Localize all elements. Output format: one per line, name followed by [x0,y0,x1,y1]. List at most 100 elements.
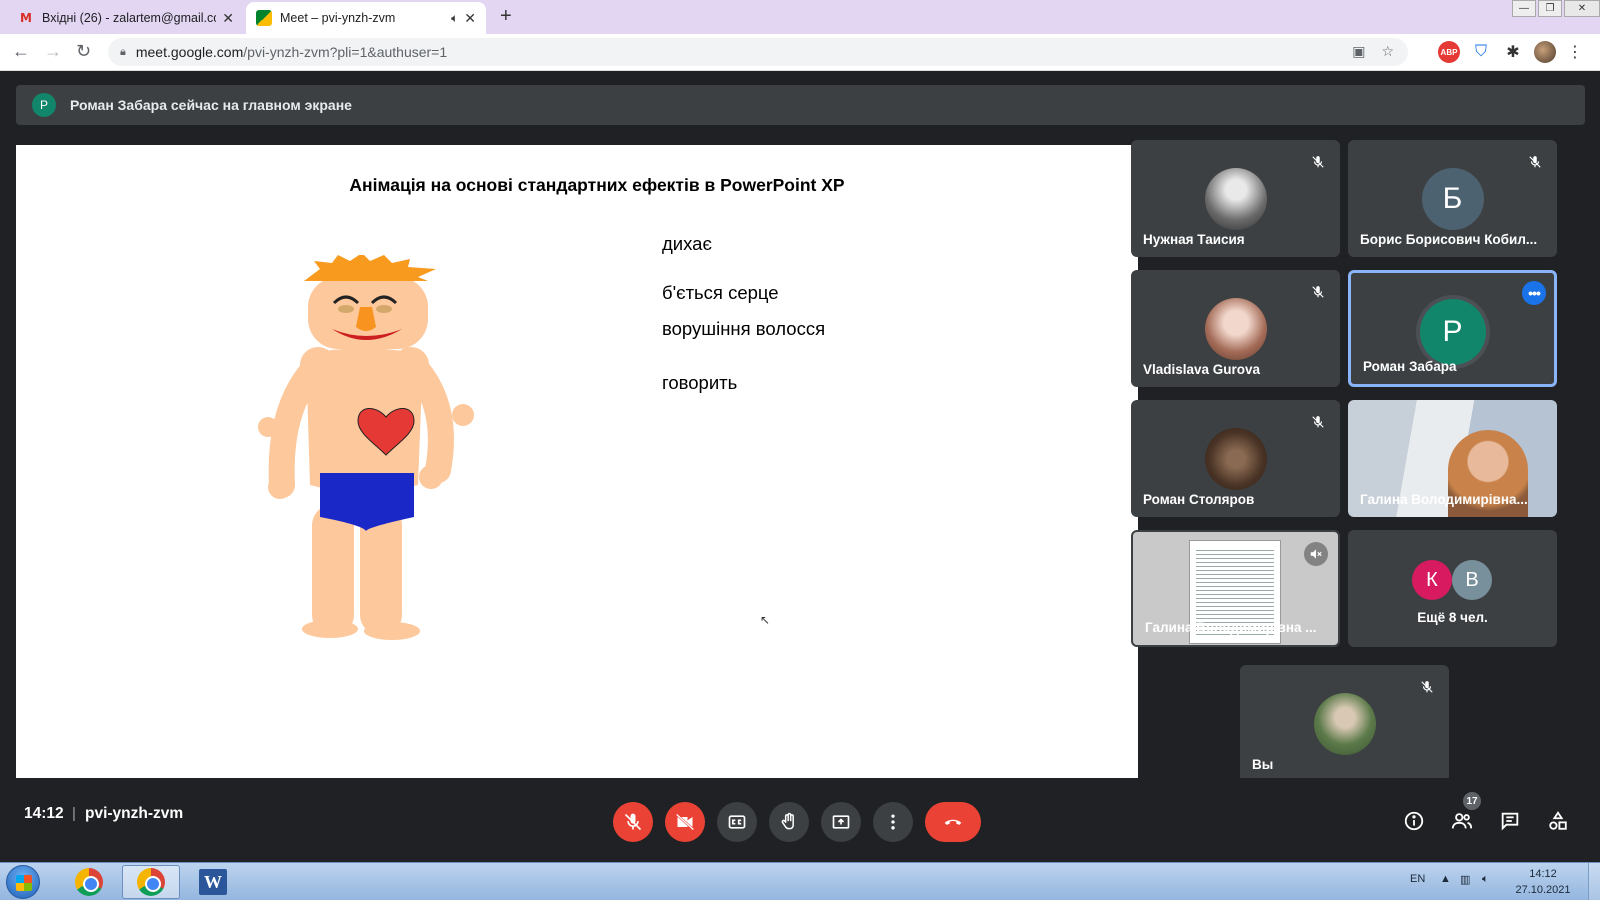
kebab-menu-icon[interactable]: ⋮ [1564,41,1586,63]
browser-toolbar: ← → ↻ 🔒︎ meet.google.com/pvi-ynzh-zvm?pl… [0,34,1600,71]
close-icon[interactable]: ✕ [464,10,476,27]
participant-name: Галина Володимирівна ... [1145,620,1317,635]
presenter-avatar: Р [32,93,56,117]
tab-meet[interactable]: Meet – pvi-ynzh-zvm 🔈︎ ✕ [246,2,486,34]
camera-toggle-button[interactable] [665,802,705,842]
participant-photo [1204,168,1267,230]
participant-tile[interactable]: Vladislava Gurova [1131,270,1340,387]
browser-tab-strip: M Вхідні (26) - zalartem@gmail.com ✕ Mee… [0,0,1600,34]
chat-icon [1501,812,1519,831]
windows-start-icon[interactable] [6,865,40,899]
shared-screen-slide: Анімація на основі стандартних ефектів в… [16,145,1138,778]
taskbar-word[interactable]: W [184,865,242,899]
shield-icon[interactable]: ⛉ [1470,41,1492,63]
reload-icon[interactable]: ↻ [76,41,91,62]
slide-bullet: ворушіння волосся [662,318,826,339]
more-options-button[interactable] [873,802,913,842]
minimize-icon[interactable]: — [1512,0,1536,17]
more-participants-tile[interactable]: К В Ещё 8 чел. [1348,530,1557,647]
camera-off-icon [675,813,695,831]
tray-expand-icon[interactable]: ▲ [1440,873,1451,885]
participant-name: Нужная Таисия [1143,232,1245,247]
chrome-icon [75,868,103,896]
close-icon[interactable]: ✕ [222,10,234,27]
taskbar-chrome[interactable] [60,865,118,899]
slide-bullet: дихає [662,233,712,254]
self-tile[interactable]: Вы [1240,665,1449,782]
meeting-controls-bar: 14:12 | pvi-ynzh-zvm 17 [0,778,1600,862]
slide-title: Анімація на основі стандартних ефектів в… [349,175,845,195]
participant-name: Борис Борисович Кобил... [1360,232,1538,247]
meeting-code: pvi-ynzh-zvm [85,805,184,822]
speaker-icon[interactable]: 🔈︎ [451,11,458,26]
url-host: meet.google.com [135,44,244,60]
participant-avatar: Б [1421,168,1484,230]
forward-arrow-icon[interactable]: → [44,41,62,62]
info-icon [1404,811,1424,831]
volume-icon[interactable]: 🔈︎ [1482,873,1489,886]
mic-off-icon [624,813,642,831]
window-controls: — ❐ ✕ [1510,0,1600,17]
address-bar[interactable]: 🔒︎ meet.google.com/pvi-ynzh-zvm?pli=1&au… [108,38,1408,66]
participant-photo [1204,428,1267,490]
bookmark-star-icon[interactable]: ☆ [1381,43,1394,60]
participant-avatar: В [1452,560,1492,600]
network-icon[interactable]: ▥ [1460,873,1470,886]
raise-hand-button[interactable] [769,802,809,842]
activities-button[interactable] [1542,805,1574,837]
language-indicator[interactable]: EN [1410,873,1425,885]
participant-avatar: К [1412,560,1452,600]
captions-icon [728,815,746,829]
speaker-off-icon [1304,542,1328,566]
profile-avatar-icon[interactable] [1534,41,1556,63]
system-clock[interactable]: 14:12 27.10.2021 [1508,866,1578,898]
chrome-icon [137,868,165,896]
adblock-icon[interactable]: ABP [1438,41,1460,63]
meeting-details-button[interactable] [1398,805,1430,837]
tab-title: Meet – pvi-ynzh-zvm [280,11,396,25]
tab-gmail[interactable]: M Вхідні (26) - zalartem@gmail.com ✕ [8,2,244,34]
present-icon [832,815,850,829]
present-screen-button[interactable] [821,802,861,842]
new-tab-button[interactable]: + [500,5,512,28]
participant-avatar: Р [1419,299,1486,365]
chat-button[interactable] [1494,805,1526,837]
gmail-icon: M [20,11,32,25]
participant-tile[interactable]: Б Борис Борисович Кобил... [1348,140,1557,257]
participant-name: Вы [1252,757,1274,772]
participant-tile[interactable]: Нужная Таисия [1131,140,1340,257]
self-photo [1313,693,1376,755]
participant-name: Роман Забара [1363,359,1457,374]
separator: | [72,805,76,822]
shapes-icon [1549,811,1567,830]
slide-bullet: говорить [662,372,738,393]
restore-icon[interactable]: ❐ [1538,0,1562,17]
mic-toggle-button[interactable] [613,802,653,842]
mic-off-icon [1306,410,1330,434]
tab-title: Вхідні (26) - zalartem@gmail.com [42,11,217,25]
meeting-time: 14:12 [24,805,64,822]
kebab-menu-icon [891,814,895,830]
show-desktop-button[interactable] [1588,863,1600,900]
hang-up-icon [944,819,962,825]
participant-name: Галина Володимирівна... [1360,492,1528,507]
close-window-icon[interactable]: ✕ [1564,0,1600,17]
participant-count-badge: 17 [1463,792,1481,810]
participant-tile[interactable]: Роман Столяров [1131,400,1340,517]
participant-video-tile[interactable]: Галина Володимирівна... [1348,400,1557,517]
participant-screen-tile[interactable]: Галина Володимирівна ... [1131,530,1340,647]
taskbar-chrome-active[interactable] [122,865,180,899]
extensions-puzzle-icon[interactable]: ✱ [1502,41,1524,63]
people-icon [1451,813,1473,829]
url-path: /pvi-ynzh-zvm?pli=1&authuser=1 [243,44,448,60]
camera-blocked-icon[interactable]: ▣ [1352,43,1365,60]
leave-call-button[interactable] [925,802,981,842]
participant-tile-active[interactable]: Р ••• Роман Забара [1348,270,1557,387]
mic-off-icon [1306,150,1330,174]
back-arrow-icon[interactable]: ← [12,41,30,62]
captions-button[interactable] [717,802,757,842]
mic-off-icon [1523,150,1547,174]
presenting-banner: Р Роман Забара сейчас на главном экране [16,85,1585,125]
meet-icon [256,10,272,26]
more-options-icon[interactable]: ••• [1522,281,1546,305]
